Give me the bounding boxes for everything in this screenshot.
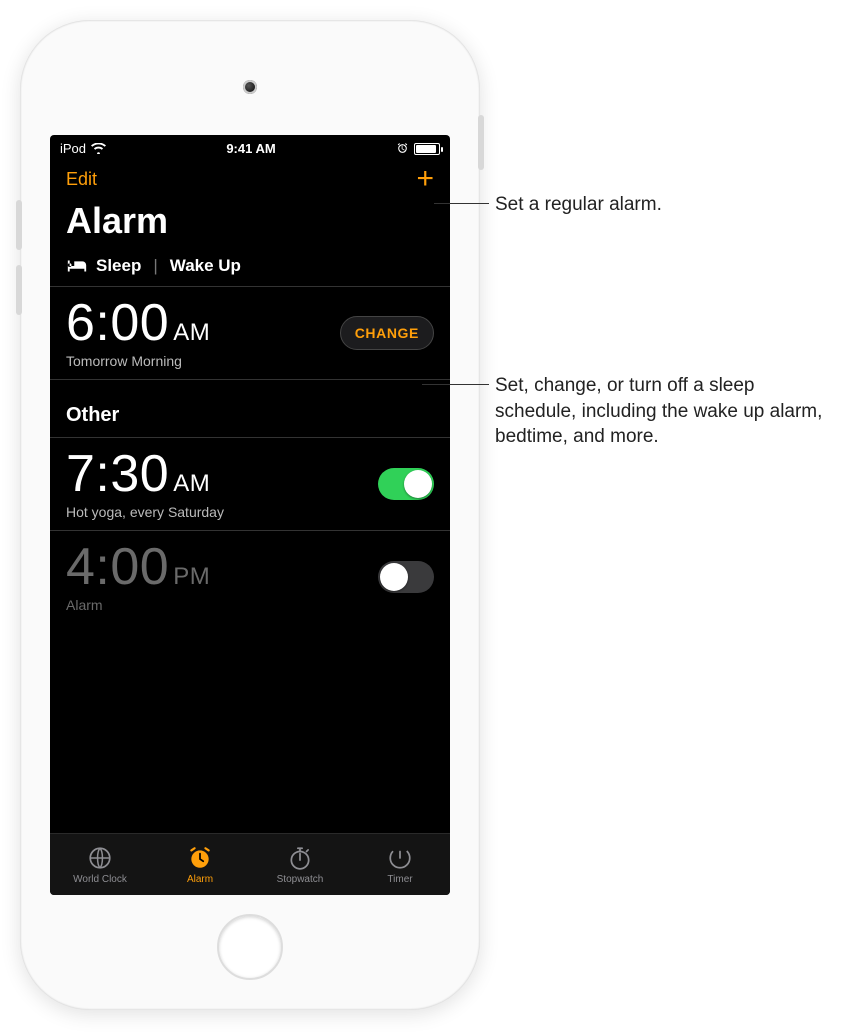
tab-label: World Clock (73, 874, 127, 885)
sleep-wake-section-header: Sleep | Wake Up (50, 252, 450, 287)
sleep-alarm-ampm: AM (173, 321, 210, 345)
wake-label: Wake Up (170, 256, 241, 276)
callout-text: Set, change, or turn off a sleep schedul… (495, 375, 822, 447)
sleep-alarm-time: 6:00 (66, 297, 169, 349)
alarm-time: 4:00 (66, 541, 169, 593)
wifi-icon (91, 143, 106, 154)
alarm-label: Alarm (66, 597, 210, 613)
bed-icon (66, 258, 88, 274)
tab-bar: World Clock Alarm Stopwatch Timer (50, 833, 450, 895)
timer-icon (387, 845, 413, 871)
power-button (478, 115, 484, 170)
tab-stopwatch[interactable]: Stopwatch (250, 834, 350, 895)
leader-line (422, 384, 489, 385)
battery-icon (414, 143, 440, 155)
status-time: 9:41 AM (226, 141, 275, 156)
home-button[interactable] (217, 914, 283, 980)
divider: | (153, 256, 157, 276)
screen: iPod 9:41 AM Edit + Alarm (50, 135, 450, 895)
tab-world-clock[interactable]: World Clock (50, 834, 150, 895)
alarm-toggle[interactable] (378, 468, 434, 500)
ipod-touch-device: iPod 9:41 AM Edit + Alarm (20, 20, 480, 1010)
tab-label: Stopwatch (277, 874, 324, 885)
stopwatch-icon (287, 845, 313, 871)
change-sleep-schedule-button[interactable]: CHANGE (340, 316, 434, 350)
alarm-row[interactable]: 7:30 AM Hot yoga, every Saturday (50, 438, 450, 531)
alarm-ampm: PM (173, 565, 210, 589)
alarm-toggle[interactable] (378, 561, 434, 593)
front-camera (243, 80, 257, 94)
tab-timer[interactable]: Timer (350, 834, 450, 895)
add-alarm-button[interactable]: + (416, 168, 434, 190)
callout-text: Set a regular alarm. (495, 194, 662, 215)
tab-alarm[interactable]: Alarm (150, 834, 250, 895)
alarm-ampm: AM (173, 472, 210, 496)
edit-button[interactable]: Edit (66, 169, 97, 190)
tab-label: Alarm (187, 874, 213, 885)
leader-line (434, 203, 489, 204)
sleep-label: Sleep (96, 256, 141, 276)
alarm-status-icon (396, 142, 409, 155)
callout-change-schedule: Set, change, or turn off a sleep schedul… (495, 373, 840, 450)
volume-up-button (16, 200, 22, 250)
other-section-header: Other (50, 380, 450, 438)
alarm-time: 7:30 (66, 448, 169, 500)
carrier-label: iPod (60, 141, 86, 156)
nav-bar: Edit + (50, 158, 450, 194)
alarm-clock-icon (187, 845, 213, 871)
page-title: Alarm (50, 194, 450, 252)
callout-add-alarm: Set a regular alarm. (495, 192, 662, 218)
alarm-label: Hot yoga, every Saturday (66, 504, 224, 520)
tab-label: Timer (387, 874, 412, 885)
status-bar: iPod 9:41 AM (50, 135, 450, 158)
volume-down-button (16, 265, 22, 315)
sleep-alarm-row[interactable]: 6:00 AM Tomorrow Morning CHANGE (50, 287, 450, 380)
globe-icon (87, 845, 113, 871)
sleep-alarm-subtitle: Tomorrow Morning (66, 353, 210, 369)
alarm-row[interactable]: 4:00 PM Alarm (50, 531, 450, 623)
